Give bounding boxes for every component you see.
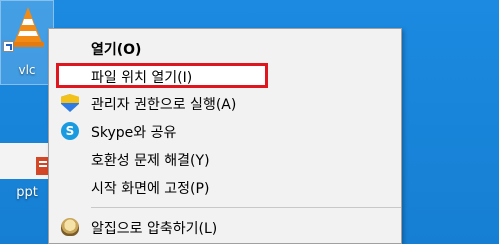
menu-item-label: 열기(O) (91, 42, 142, 58)
menu-item-open-file-location[interactable]: 파일 위치 열기(I) (49, 63, 401, 89)
vlc-cone-icon (12, 7, 44, 47)
menu-separator (91, 207, 401, 208)
menu-item-run-as-admin[interactable]: 관리자 권한으로 실행(A) (49, 90, 401, 116)
menu-item-label: 시작 화면에 고정(P) (91, 181, 210, 197)
menu-item-label: 호환성 문제 해결(Y) (91, 153, 210, 169)
desktop-icon-vlc[interactable]: vlc (0, 0, 54, 85)
uac-shield-icon (61, 94, 79, 112)
menu-item-alzip-compress[interactable]: 알집으로 압축하기(L) (49, 214, 401, 240)
menu-item-label: 파일 위치 열기(I) (91, 70, 193, 86)
menu-item-pin-to-start[interactable]: 시작 화면에 고정(P) (49, 174, 401, 200)
menu-item-share-skype[interactable]: S Skype와 공유 (49, 118, 401, 144)
context-menu: 열기(O) 파일 위치 열기(I) 관리자 권한으로 실행(A) S Skype… (48, 28, 402, 244)
menu-item-troubleshoot-compatibility[interactable]: 호환성 문제 해결(Y) (49, 146, 401, 172)
desktop-icon-label: ppt (16, 185, 38, 200)
menu-item-open[interactable]: 열기(O) (49, 35, 401, 61)
skype-icon: S (61, 122, 79, 140)
shortcut-arrow-icon (3, 41, 14, 52)
desktop-icon-label: vlc (18, 63, 36, 77)
menu-item-label: 관리자 권한으로 실행(A) (91, 97, 237, 113)
alzip-icon (61, 218, 79, 236)
menu-item-label: Skype와 공유 (91, 125, 177, 141)
desktop-icon-ppt[interactable]: ppt (0, 145, 54, 205)
menu-item-label: 알집으로 압축하기(L) (91, 221, 218, 237)
